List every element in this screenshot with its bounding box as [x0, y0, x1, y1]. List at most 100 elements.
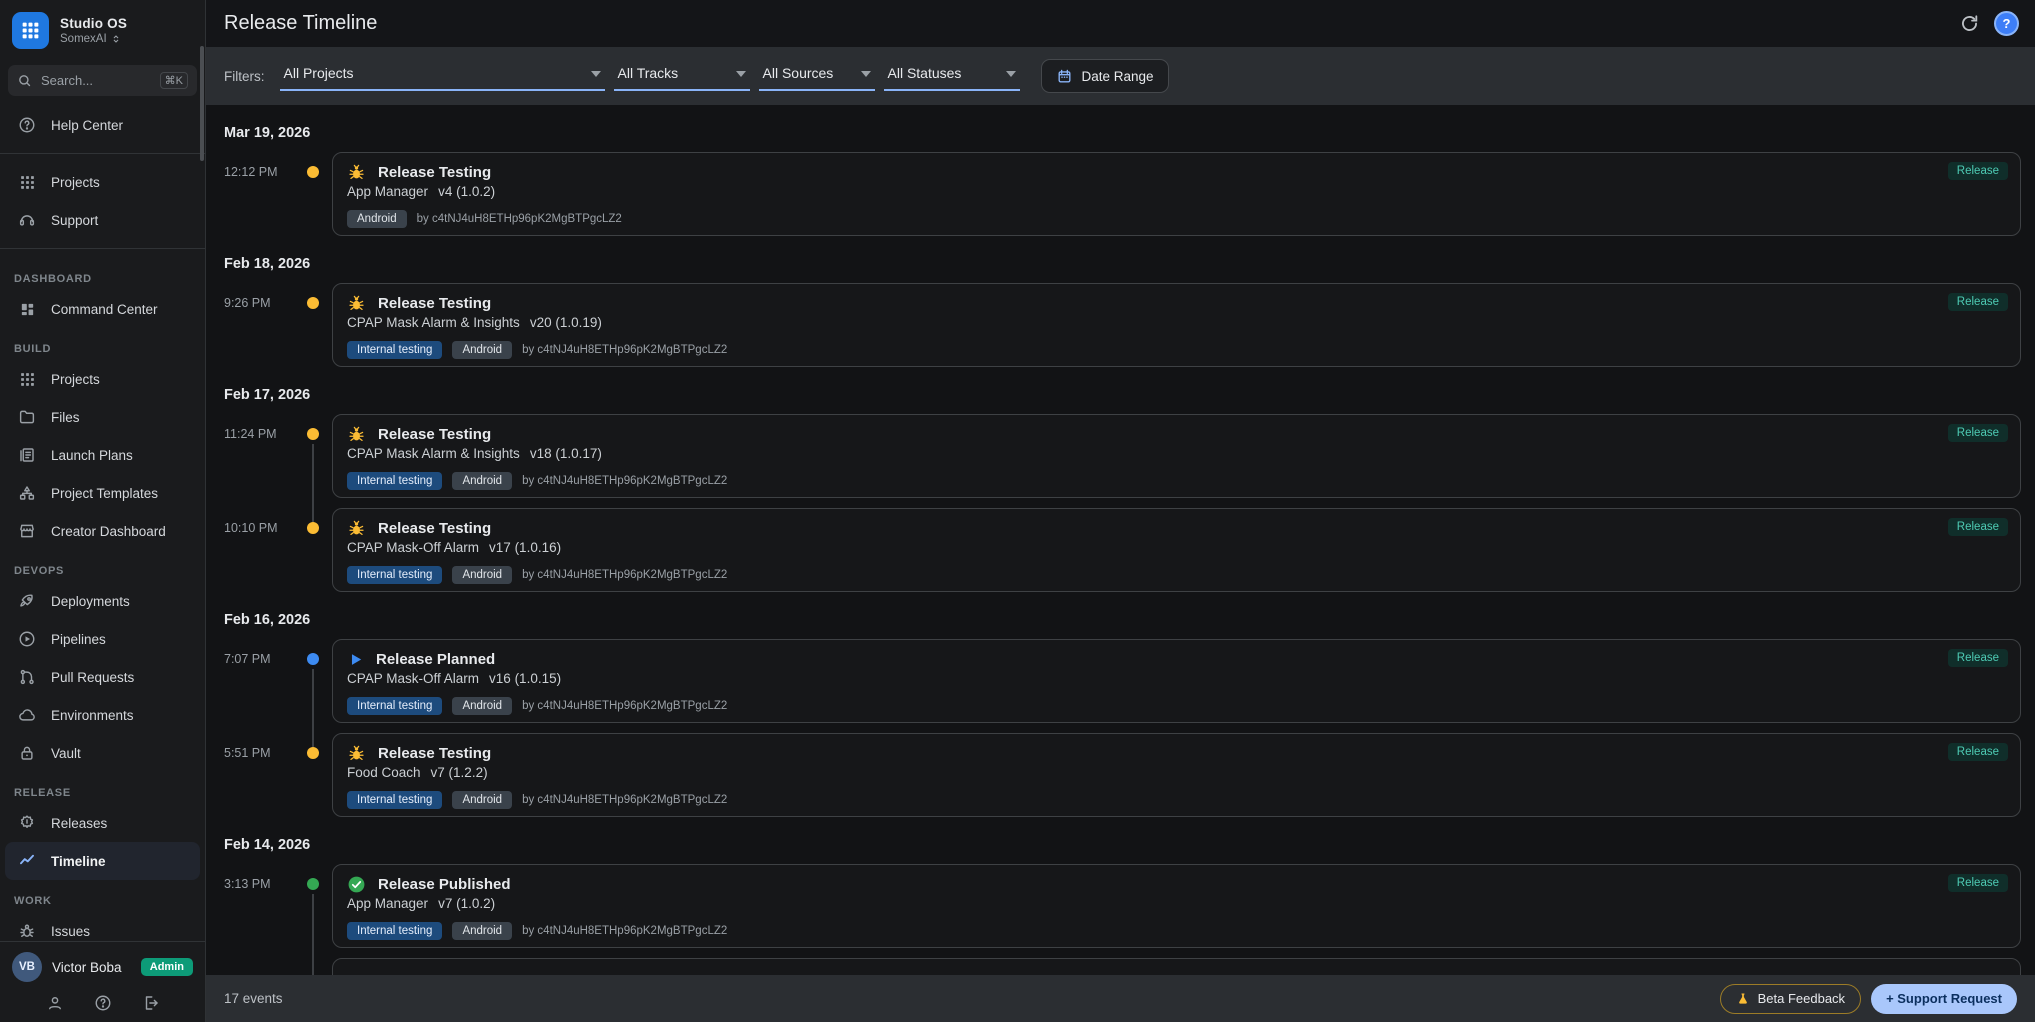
timeline-event-row: 12:12 PMReleaseRelease TestingApp Manage… — [224, 152, 2021, 236]
app-version: v7 (1.2.2) — [431, 765, 488, 780]
search-shortcut: ⌘K — [160, 72, 188, 89]
release-event-card[interactable] — [332, 958, 2021, 975]
filter-dropdown-tracks[interactable]: All Tracks — [614, 62, 750, 91]
event-meta: Androidby c4tNJ4uH8ETHp96pK2MgBTPgcLZ2 — [347, 208, 2006, 230]
org-switcher[interactable]: SomexAI — [60, 33, 127, 45]
event-dot — [307, 878, 319, 890]
search-icon — [17, 73, 32, 88]
filters-bar: Filters: All ProjectsAll TracksAll Sourc… — [206, 47, 2035, 105]
sidebar-item-launch-plans[interactable]: Launch Plans — [5, 436, 200, 474]
badge-android: Android — [452, 472, 512, 490]
app-logo-icon[interactable] — [12, 12, 49, 49]
sidebar-item-pipelines[interactable]: Pipelines — [5, 620, 200, 658]
sidebar-item-creator-dashboard[interactable]: Creator Dashboard — [5, 512, 200, 550]
sidebar-item-help-center[interactable]: Help Center — [5, 106, 200, 144]
sidebar-item-label: Creator Dashboard — [51, 524, 166, 539]
event-title: Release Testing — [378, 426, 491, 443]
sidebar-item-timeline[interactable]: Timeline — [5, 842, 200, 880]
sidebar-item-label: Command Center — [51, 302, 158, 317]
app-name: CPAP Mask Alarm & Insights — [347, 315, 520, 330]
refresh-icon[interactable] — [1957, 11, 1982, 36]
sidebar-item-project-templates[interactable]: Project Templates — [5, 474, 200, 512]
group-date: Feb 18, 2026 — [224, 256, 2021, 275]
sidebar-item-files[interactable]: Files — [5, 398, 200, 436]
sidebar-item-environments[interactable]: Environments — [5, 696, 200, 734]
badge-internal: Internal testing — [347, 472, 442, 490]
flask-icon — [1736, 992, 1750, 1006]
release-event-card[interactable]: ReleaseRelease PlannedCPAP Mask-Off Alar… — [332, 639, 2021, 723]
sidebar-scrollbar[interactable] — [200, 46, 204, 161]
event-dot-column — [294, 958, 332, 975]
sidebar-item-deployments[interactable]: Deployments — [5, 582, 200, 620]
bug-icon — [347, 294, 366, 313]
filter-dropdown-sources[interactable]: All Sources — [759, 62, 875, 91]
release-event-card[interactable]: ReleaseRelease PublishedApp Managerv7 (1… — [332, 864, 2021, 948]
chevron-down-icon — [591, 71, 601, 77]
cloud-icon — [18, 706, 36, 724]
storefront-icon — [18, 522, 36, 540]
event-time — [224, 958, 294, 975]
event-time: 10:10 PM — [224, 508, 294, 592]
sidebar-item-issues[interactable]: Issues — [5, 912, 200, 941]
nav-section-label: BUILD — [0, 328, 205, 360]
filter-value: All Projects — [284, 65, 354, 81]
badge-android: Android — [347, 210, 407, 228]
sidebar: Studio OS SomexAI Search... ⌘K Help Cent… — [0, 0, 206, 1022]
bug-icon — [347, 519, 366, 538]
date-range-button[interactable]: Date Range — [1041, 59, 1169, 93]
sidebar-header: Studio OS SomexAI — [0, 0, 205, 57]
release-event-card[interactable]: ReleaseRelease TestingCPAP Mask Alarm & … — [332, 414, 2021, 498]
sidebar-item-label: Pull Requests — [51, 670, 134, 685]
schema-icon — [18, 484, 36, 502]
event-title: Release Testing — [378, 520, 491, 537]
search-input[interactable]: Search... ⌘K — [8, 65, 197, 96]
app-name: Food Coach — [347, 765, 421, 780]
app-name: Studio OS — [60, 16, 127, 31]
event-meta: Internal testingAndroidby c4tNJ4uH8ETHp9… — [347, 695, 2006, 717]
release-chip: Release — [1948, 293, 2008, 311]
badge-internal: Internal testing — [347, 922, 442, 940]
event-title-row: Release Planned — [347, 648, 2006, 670]
release-event-card[interactable]: ReleaseRelease TestingCPAP Mask Alarm & … — [332, 283, 2021, 367]
sidebar-item-label: Projects — [51, 175, 100, 190]
group-date: Feb 17, 2026 — [224, 387, 2021, 406]
filter-value: All Statuses — [888, 65, 962, 81]
support-request-button[interactable]: + Support Request — [1871, 984, 2017, 1014]
sidebar-item-releases[interactable]: Releases — [5, 804, 200, 842]
help-button[interactable]: ? — [1994, 11, 2019, 36]
nav-section-label: DEVOPS — [0, 550, 205, 582]
timeline-content: Mar 19, 202612:12 PMReleaseRelease Testi… — [206, 105, 2035, 975]
sidebar-item-projects[interactable]: Projects — [5, 163, 200, 201]
sidebar-item-command-center[interactable]: Command Center — [5, 290, 200, 328]
user-row[interactable]: VB Victor Boba Admin — [12, 952, 193, 982]
sidebar-item-projects[interactable]: Projects — [5, 360, 200, 398]
bug-icon — [347, 163, 366, 182]
beta-feedback-button[interactable]: Beta Feedback — [1720, 984, 1861, 1014]
document-icon — [18, 446, 36, 464]
sidebar-item-pull-requests[interactable]: Pull Requests — [5, 658, 200, 696]
release-event-card[interactable]: ReleaseRelease TestingFood Coachv7 (1.2.… — [332, 733, 2021, 817]
release-event-card[interactable]: ReleaseRelease TestingCPAP Mask-Off Alar… — [332, 508, 2021, 592]
filter-dropdown-statuses[interactable]: All Statuses — [884, 62, 1020, 91]
sidebar-item-support[interactable]: Support — [5, 201, 200, 239]
timeline-event-row: 9:26 PMReleaseRelease TestingCPAP Mask A… — [224, 283, 2021, 367]
app-name: App Manager — [347, 896, 428, 911]
badge-android: Android — [452, 341, 512, 359]
sidebar-item-label: Support — [51, 213, 98, 228]
event-time: 11:24 PM — [224, 414, 294, 498]
app-version: v20 (1.0.19) — [530, 315, 602, 330]
sidebar-item-vault[interactable]: Vault — [5, 734, 200, 772]
help-icon[interactable] — [94, 994, 112, 1012]
profile-icon[interactable] — [46, 994, 64, 1012]
timeline-event-row: 10:10 PM ReleaseRelease TestingCPAP Mask-… — [224, 508, 2021, 592]
event-title-row: Release Testing — [347, 517, 2006, 539]
event-title-row: Release Testing — [347, 161, 2006, 183]
avatar: VB — [12, 952, 42, 982]
event-dot — [307, 653, 319, 665]
logout-icon[interactable] — [142, 994, 160, 1012]
lock-icon — [18, 744, 36, 762]
event-subtitle: Food Coach v7 (1.2.2) — [347, 765, 2006, 785]
timeline-group: Feb 17, 2026 11:24 PM ReleaseRelease Testi… — [224, 387, 2021, 592]
release-event-card[interactable]: ReleaseRelease TestingApp Managerv4 (1.0… — [332, 152, 2021, 236]
filter-dropdown-projects[interactable]: All Projects — [280, 62, 605, 91]
